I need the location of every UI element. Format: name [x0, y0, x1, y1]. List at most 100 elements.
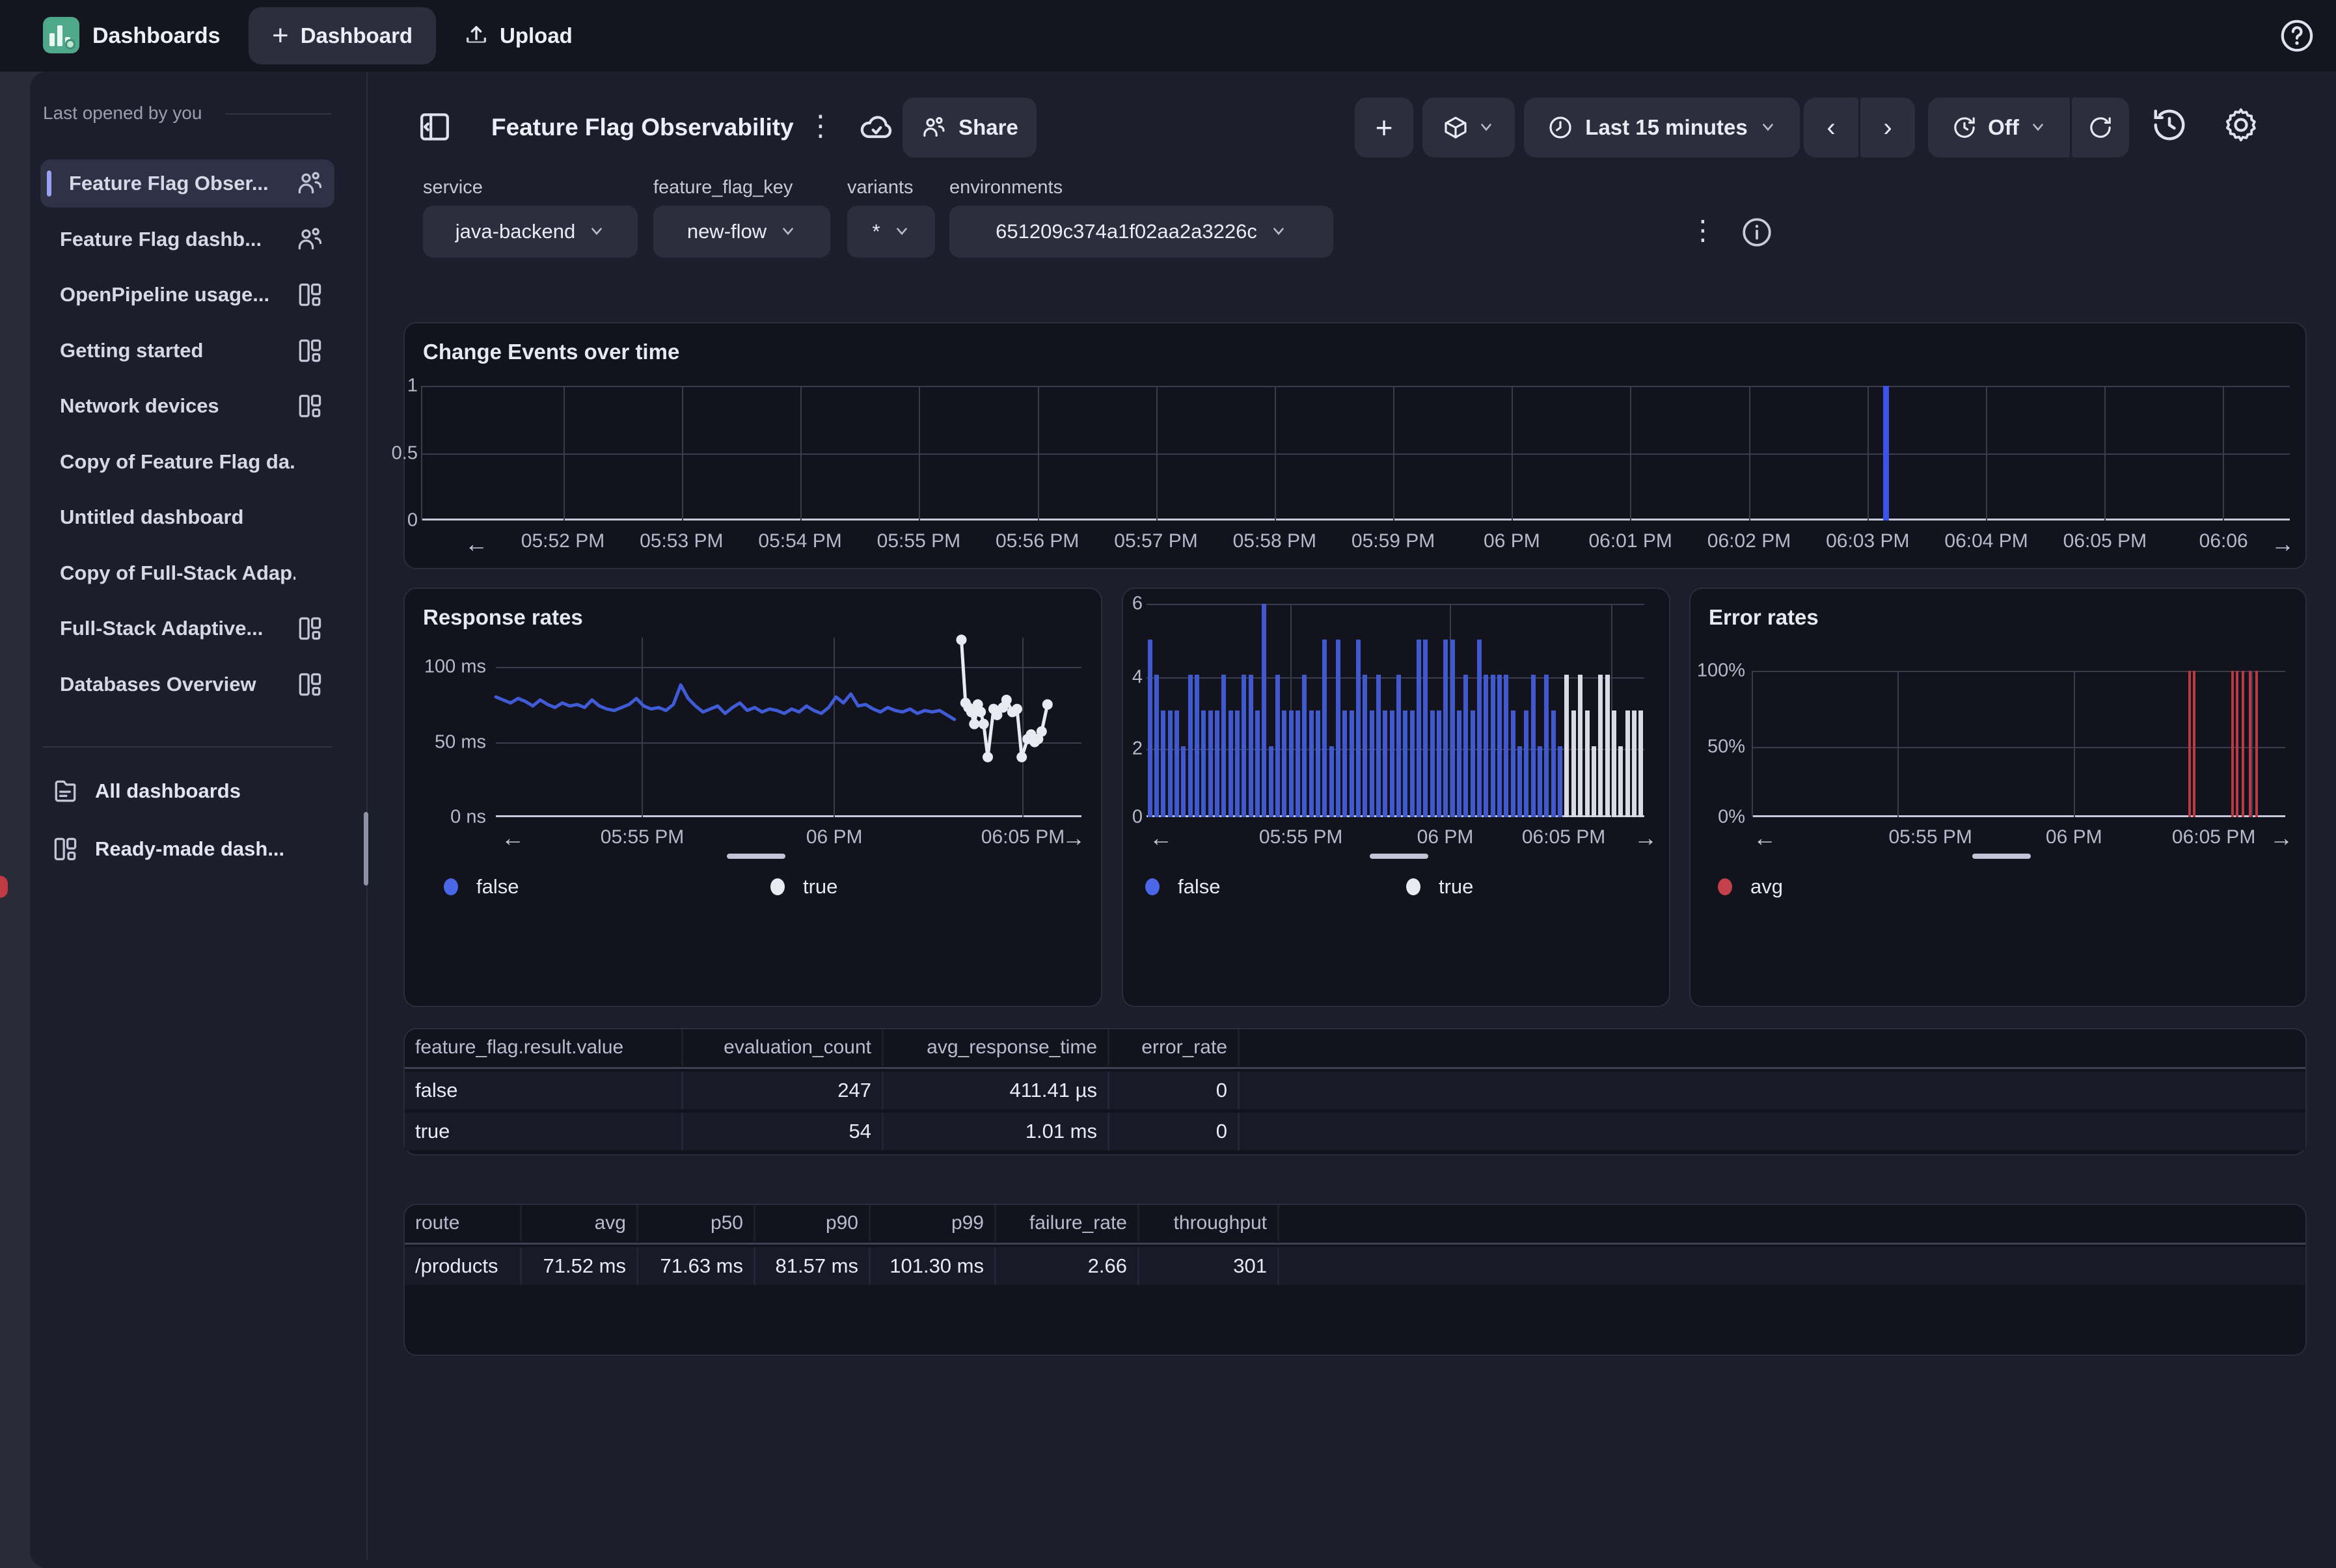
column-header-p99[interactable]: p99: [871, 1205, 996, 1241]
legend-avg[interactable]: avg: [1718, 875, 1783, 899]
column-header-evaluation_count[interactable]: evaluation_count: [683, 1029, 884, 1066]
pan-right-icon[interactable]: →: [2270, 824, 2293, 852]
history-icon[interactable]: [2150, 105, 2192, 150]
no-icon: [295, 448, 324, 476]
new-dashboard-button[interactable]: + Dashboard: [249, 7, 436, 64]
evaluations-plot[interactable]: [1147, 604, 1644, 817]
zoom-scrollbar[interactable]: [727, 854, 785, 859]
panel-flag-results-table: feature_flag.result.valueevaluation_coun…: [403, 1028, 2307, 1156]
share-button[interactable]: Share: [903, 98, 1037, 157]
x-tick-label: 06:01 PM: [1588, 530, 1672, 552]
time-back-button[interactable]: ‹: [1804, 98, 1858, 157]
sidebar-item-8[interactable]: Copy of Full-Stack Adap...: [40, 549, 334, 597]
y-tick-label: 4: [1117, 667, 1143, 688]
panel-response-rates[interactable]: Response rates 100 ms50 ms0 ns05:55 PM06…: [403, 588, 1102, 1007]
column-header-avg[interactable]: avg: [522, 1205, 638, 1241]
column-header-failure_rate[interactable]: failure_rate: [996, 1205, 1139, 1241]
filters-kebab-icon[interactable]: ⋮: [1689, 206, 1717, 258]
collapse-sidebar-icon[interactable]: [416, 109, 453, 145]
column-header-p90[interactable]: p90: [755, 1205, 871, 1241]
panel-change-events[interactable]: Change Events over time 10.5005:52 PM05:…: [403, 322, 2307, 569]
x-tick-label: 06 PM: [1484, 530, 1540, 552]
refresh-button[interactable]: [2072, 98, 2129, 157]
sidebar-item-7[interactable]: Untitled dashboard: [40, 493, 334, 541]
sidebar-item-6[interactable]: Copy of Feature Flag da...: [40, 438, 334, 486]
sidebar-item-2[interactable]: Feature Flag dashb...: [40, 215, 334, 264]
bar-false: [1450, 640, 1455, 817]
table-row[interactable]: false247411.41 µs0: [405, 1072, 2305, 1109]
pan-left-icon[interactable]: ←: [1149, 824, 1173, 852]
auto-refresh-button[interactable]: Off: [1928, 98, 2070, 157]
column-header-avg_response_time[interactable]: avg_response_time: [884, 1029, 1109, 1066]
pan-left-icon[interactable]: ←: [465, 530, 488, 558]
response-plot[interactable]: [496, 638, 1081, 817]
column-header-throughput[interactable]: throughput: [1139, 1205, 1279, 1241]
settings-gear-icon[interactable]: [2221, 105, 2263, 150]
pan-right-icon[interactable]: →: [2271, 530, 2294, 558]
sidebar-scrollbar[interactable]: [364, 812, 368, 885]
error-rates-plot[interactable]: [1752, 671, 2285, 817]
sidebar-item-5[interactable]: Network devices: [40, 382, 334, 430]
filter-variants-dropdown[interactable]: *: [847, 206, 935, 258]
app-logo-icon[interactable]: [43, 17, 79, 53]
sidebar-item-4[interactable]: Getting started: [40, 327, 334, 375]
add-panel-button[interactable]: +: [1355, 98, 1413, 157]
sidebar-item-1[interactable]: Feature Flag Obser...: [40, 159, 334, 208]
legend-true[interactable]: true: [770, 875, 837, 899]
gridline: [1897, 671, 1899, 817]
bar-true: [1564, 675, 1569, 817]
zoom-scrollbar[interactable]: [1370, 854, 1428, 859]
upload-button[interactable]: Upload: [463, 7, 573, 64]
resource-picker-button[interactable]: [1422, 98, 1515, 157]
header-underline: [405, 1067, 2305, 1069]
notification-badge[interactable]: [0, 876, 8, 898]
brand-dashboards-link[interactable]: Dashboards: [92, 0, 221, 72]
legend-false[interactable]: false: [444, 875, 519, 899]
panel-error-rates[interactable]: Error rates 100%50%0%05:55 PM06 PM06:05 …: [1689, 588, 2307, 1007]
cloud-sync-icon[interactable]: [858, 109, 895, 146]
filter-service-dropdown[interactable]: java-backend: [423, 206, 638, 258]
bar-false: [1403, 710, 1407, 817]
change-events-plot[interactable]: [421, 386, 2290, 520]
filter-environments-dropdown[interactable]: 651209c374a1f02aa2a3226c: [949, 206, 1333, 258]
table-row[interactable]: /products71.52 ms71.63 ms81.57 ms101.30 …: [405, 1247, 2305, 1285]
legend-false[interactable]: false: [1145, 875, 1220, 899]
bar-true: [1625, 710, 1630, 817]
filter-value: 651209c374a1f02aa2a3226c: [996, 220, 1257, 243]
pan-right-icon[interactable]: →: [1634, 824, 1657, 852]
pan-left-icon[interactable]: ←: [1753, 824, 1776, 852]
table-row[interactable]: true541.01 ms0: [405, 1113, 2305, 1150]
zoom-scrollbar[interactable]: [1972, 854, 2031, 859]
column-header-p50[interactable]: p50: [638, 1205, 755, 1241]
dashboard-grid-icon: [295, 614, 324, 643]
sidebar-item-label: Untitled dashboard: [60, 506, 295, 529]
y-tick-label: 0: [1117, 807, 1143, 828]
panel-evaluations[interactable]: 642005:55 PM06 PM06:05 PM←→falsetrue: [1122, 588, 1670, 1007]
kebab-menu-icon[interactable]: ⋮: [804, 98, 837, 157]
pan-right-icon[interactable]: →: [1062, 824, 1085, 852]
bar-false: [1477, 640, 1482, 817]
legend-true[interactable]: true: [1406, 875, 1473, 899]
column-header-error_rate[interactable]: error_rate: [1109, 1029, 1240, 1066]
x-tick-label: 06 PM: [2046, 826, 2102, 848]
column-header-route[interactable]: route: [405, 1205, 522, 1241]
chevron-down-icon: [1270, 226, 1287, 237]
help-icon[interactable]: [2279, 18, 2315, 54]
sidebar-item-3[interactable]: OpenPipeline usage...: [40, 271, 334, 319]
change-event-marker[interactable]: [1883, 386, 1889, 520]
x-tick-label: 06:05 PM: [981, 826, 1065, 848]
time-forward-button[interactable]: ›: [1860, 98, 1915, 157]
info-icon[interactable]: [1741, 216, 1773, 249]
bar-false: [1275, 675, 1280, 817]
sidebar-footer-item-2[interactable]: Ready-made dash...: [40, 826, 334, 872]
x-tick-label: 06:05 PM: [1522, 826, 1605, 848]
x-tick-label: 05:58 PM: [1233, 530, 1316, 552]
table-header-row: routeavgp50p90p99failure_ratethroughput: [405, 1205, 2305, 1241]
pan-left-icon[interactable]: ←: [501, 824, 524, 852]
sidebar-footer-item-1[interactable]: All dashboards: [40, 768, 334, 815]
sidebar-item-10[interactable]: Databases Overview: [40, 660, 334, 709]
sidebar-item-9[interactable]: Full-Stack Adaptive...: [40, 604, 334, 653]
filter-feature_flag_key-dropdown[interactable]: new-flow: [653, 206, 830, 258]
column-header-feature_flag.result.value[interactable]: feature_flag.result.value: [405, 1029, 683, 1066]
time-range-button[interactable]: Last 15 minutes: [1524, 98, 1800, 157]
